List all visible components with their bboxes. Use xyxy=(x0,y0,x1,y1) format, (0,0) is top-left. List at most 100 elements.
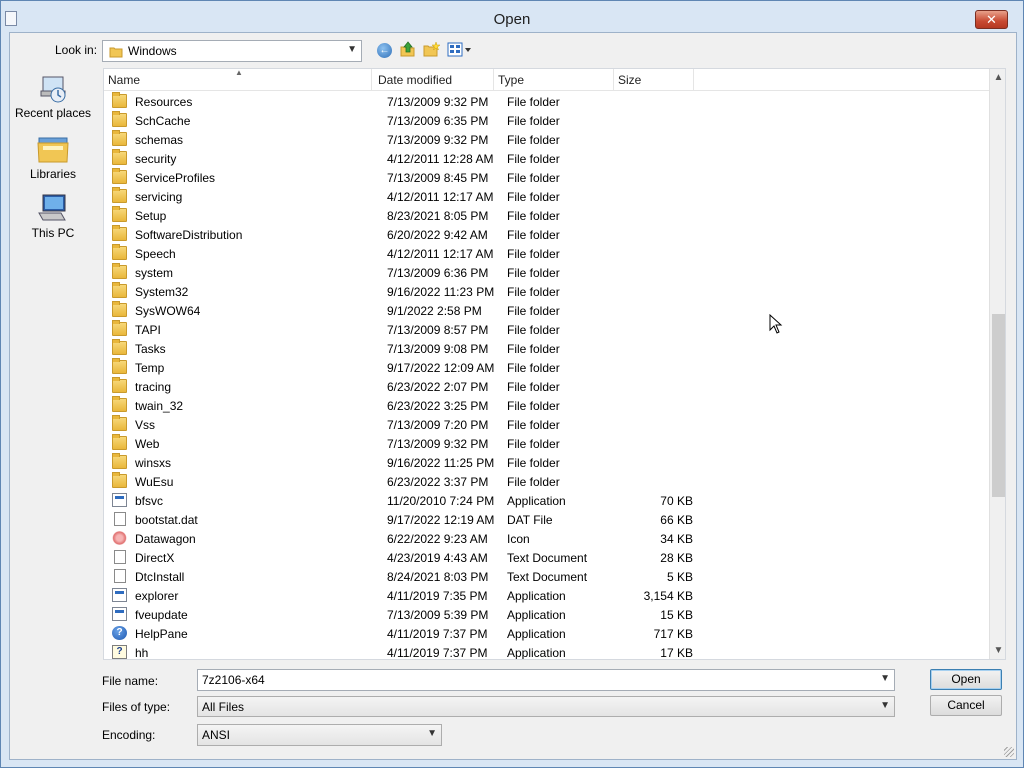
file-type: Application xyxy=(507,589,566,603)
file-name: bfsvc xyxy=(135,494,164,508)
scroll-up-icon[interactable]: ▲ xyxy=(990,69,1005,86)
file-row[interactable]: Web 7/13/2009 9:32 PM File folder xyxy=(104,434,989,453)
lookin-combobox[interactable]: Windows ▼ xyxy=(102,40,362,62)
scroll-down-icon[interactable]: ▼ xyxy=(990,642,1005,659)
encoding-select[interactable]: ANSI ▼ xyxy=(197,724,442,746)
file-row[interactable]: winsxs 9/16/2022 11:25 PM File folder xyxy=(104,453,989,472)
file-date-modified: 7/13/2009 9:08 PM xyxy=(387,342,489,356)
document-icon xyxy=(114,569,126,583)
file-date-modified: 7/13/2009 8:45 PM xyxy=(387,171,489,185)
file-row[interactable]: SoftwareDistribution 6/20/2022 9:42 AM Fil… xyxy=(104,225,989,244)
file-type: File folder xyxy=(507,437,560,451)
folder-icon xyxy=(112,301,127,317)
file-row[interactable]: Tasks 7/13/2009 9:08 PM File folder xyxy=(104,339,989,358)
file-type: File folder xyxy=(507,95,560,109)
open-button[interactable]: Open xyxy=(930,669,1002,690)
new-folder-icon[interactable] xyxy=(423,42,440,57)
file-row[interactable]: system 7/13/2009 6:36 PM File folder xyxy=(104,263,989,282)
place-libraries[interactable]: Libraries xyxy=(12,134,94,181)
chevron-down-icon[interactable]: ▼ xyxy=(880,673,890,684)
file-type: File folder xyxy=(507,285,560,299)
file-row[interactable]: explorer 4/11/2019 7:35 PM Application 3,15… xyxy=(104,586,989,605)
resize-grip-icon[interactable] xyxy=(1004,747,1014,757)
file-type: Application xyxy=(507,608,566,622)
icon-file-icon xyxy=(112,531,127,545)
close-button[interactable]: ✕ xyxy=(975,10,1008,29)
file-row[interactable]: Temp 9/17/2022 12:09 AM File folder xyxy=(104,358,989,377)
file-row[interactable]: ServiceProfiles 7/13/2009 8:45 PM File fol… xyxy=(104,168,989,187)
filetype-select[interactable]: All Files ▼ xyxy=(197,696,895,717)
file-type: Text Document xyxy=(507,570,588,584)
file-type: File folder xyxy=(507,380,560,394)
folder-icon xyxy=(112,339,127,355)
file-date-modified: 11/20/2010 7:24 PM xyxy=(387,494,495,508)
file-type: File folder xyxy=(507,114,560,128)
file-type: File folder xyxy=(507,133,560,147)
list-header: Name ▲ Date modified Type Size xyxy=(104,69,989,91)
file-type: Application xyxy=(507,627,566,641)
place-this-pc[interactable]: This PC xyxy=(12,193,94,240)
column-header-type[interactable]: Type xyxy=(494,69,614,91)
file-row[interactable]: SchCache 7/13/2009 6:35 PM File folder xyxy=(104,111,989,130)
chevron-down-icon[interactable]: ▼ xyxy=(347,44,357,55)
filename-input[interactable]: 7z2106-x64 ▼ xyxy=(197,669,895,691)
vertical-scrollbar[interactable]: ▲ ▼ xyxy=(989,69,1005,659)
folder-icon xyxy=(112,434,127,450)
application-icon xyxy=(112,493,127,507)
file-type: File folder xyxy=(507,323,560,337)
file-row[interactable]: servicing 4/12/2011 12:17 AM File folder xyxy=(104,187,989,206)
file-row[interactable]: Datawagon 6/22/2022 9:23 AM Icon 34 KB xyxy=(104,529,989,548)
column-header-size[interactable]: Size xyxy=(614,69,694,91)
file-row[interactable]: twain_32 6/23/2022 3:25 PM File folder xyxy=(104,396,989,415)
file-name: Temp xyxy=(135,361,165,375)
folder-icon xyxy=(109,47,123,58)
file-row[interactable]: ? HelpPane 4/11/2019 7:37 PM Application 717… xyxy=(104,624,989,643)
filename-label: File name: xyxy=(102,674,159,688)
column-header-date[interactable]: Date modified xyxy=(374,69,494,91)
file-row[interactable]: DtcInstall 8/24/2021 8:03 PM Text Document… xyxy=(104,567,989,586)
file-row[interactable]: security 4/12/2011 12:28 AM File folder xyxy=(104,149,989,168)
file-type: File folder xyxy=(507,456,560,470)
file-size: 17 KB xyxy=(660,646,693,660)
file-row[interactable]: Setup 8/23/2021 8:05 PM File folder xyxy=(104,206,989,225)
place-recent-places[interactable]: Recent places xyxy=(12,73,94,120)
file-row[interactable]: System32 9/16/2022 11:23 PM File folder xyxy=(104,282,989,301)
this-pc-icon xyxy=(38,194,66,221)
file-date-modified: 6/23/2022 3:37 PM xyxy=(387,475,489,489)
file-size: 28 KB xyxy=(660,551,693,565)
place-label: Recent places xyxy=(14,106,92,120)
file-row[interactable]: bfsvc 11/20/2010 7:24 PM Application 70 KB xyxy=(104,491,989,510)
file-row[interactable]: tracing 6/23/2022 2:07 PM File folder xyxy=(104,377,989,396)
file-name: DirectX xyxy=(135,551,175,565)
file-row[interactable]: SysWOW64 9/1/2022 2:58 PM File folder xyxy=(104,301,989,320)
file-row[interactable]: Resources 7/13/2009 9:32 PM File folder xyxy=(104,92,989,111)
file-type: File folder xyxy=(507,266,560,280)
file-type: File folder xyxy=(507,190,560,204)
file-date-modified: 9/1/2022 2:58 PM xyxy=(387,304,482,318)
views-menu-icon[interactable] xyxy=(447,42,473,58)
file-row[interactable]: ? hh 4/11/2019 7:37 PM Application 17 KB xyxy=(104,643,989,660)
file-row[interactable]: TAPI 7/13/2009 8:57 PM File folder xyxy=(104,320,989,339)
cancel-button[interactable]: Cancel xyxy=(930,695,1002,716)
chevron-down-icon[interactable]: ▼ xyxy=(427,728,437,739)
chevron-down-icon[interactable]: ▼ xyxy=(880,700,890,711)
file-type: File folder xyxy=(507,247,560,261)
folder-icon xyxy=(112,225,127,241)
folder-icon xyxy=(112,320,127,336)
up-folder-icon[interactable] xyxy=(400,41,416,57)
file-row[interactable]: DirectX 4/23/2019 4:43 AM Text Document 28 … xyxy=(104,548,989,567)
file-row[interactable]: Speech 4/12/2011 12:17 AM File folder xyxy=(104,244,989,263)
file-name: System32 xyxy=(135,285,189,299)
file-list[interactable]: Name ▲ Date modified Type Size Resources… xyxy=(103,68,1006,660)
file-date-modified: 4/11/2019 7:37 PM xyxy=(387,627,488,641)
back-icon[interactable]: ← xyxy=(377,43,392,58)
file-row[interactable]: schemas 7/13/2009 9:32 PM File folder xyxy=(104,130,989,149)
document-icon xyxy=(114,550,126,564)
file-row[interactable]: fveupdate 7/13/2009 5:39 PM Application 15 … xyxy=(104,605,989,624)
scroll-thumb[interactable] xyxy=(992,314,1005,497)
file-row[interactable]: Vss 7/13/2009 7:20 PM File folder xyxy=(104,415,989,434)
file-name: Speech xyxy=(135,247,176,261)
file-row[interactable]: bootstat.dat 9/17/2022 12:19 AM DAT File 66… xyxy=(104,510,989,529)
file-row[interactable]: WuEsu 6/23/2022 3:37 PM File folder xyxy=(104,472,989,491)
file-date-modified: 9/17/2022 12:09 AM xyxy=(387,361,495,375)
